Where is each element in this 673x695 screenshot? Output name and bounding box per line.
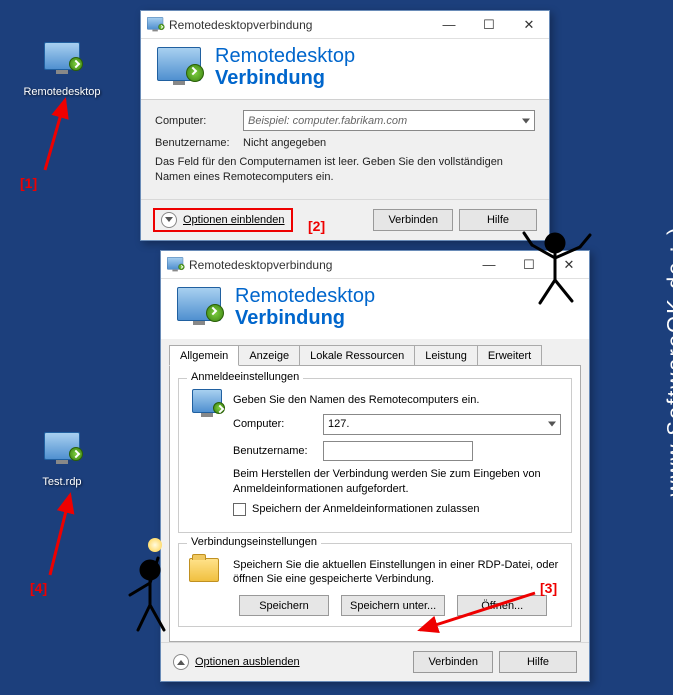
header-title: Remotedesktop Verbindung [215,45,355,89]
rdc-window-compact: Remotedesktopverbindung — ☐ ✕ Remotedesk… [140,10,550,241]
tab-lokale-ressourcen[interactable]: Lokale Ressourcen [299,345,415,365]
titlebar[interactable]: Remotedesktopverbindung — ☐ ✕ [141,11,549,39]
window-title: Remotedesktopverbindung [189,258,469,272]
tab-leistung[interactable]: Leistung [414,345,478,365]
connect-button[interactable]: Verbinden [373,209,453,231]
minimize-button[interactable]: — [429,11,469,39]
footer: Optionen ausblenden Verbinden Hilfe [161,642,589,681]
computer-combo[interactable]: Beispiel: computer.fabrikam.com [243,110,535,131]
help-button[interactable]: Hilfe [499,651,577,673]
rdp-file-icon [42,432,82,472]
annotation-arrow-4 [40,490,100,580]
show-options-label: Optionen einblenden [183,214,285,226]
header-line2: Verbindung [235,307,375,329]
open-button[interactable]: Öffnen... [457,595,547,616]
cred-note: Beim Herstellen der Verbindung werden Si… [233,467,561,497]
header-line1: Remotedesktop [235,285,375,307]
connection-settings-text: Speichern Sie die aktuellen Einstellunge… [233,558,561,588]
folder-icon [189,554,225,617]
computer-value: 127. [328,418,349,430]
header-title: Remotedesktop Verbindung [235,285,375,329]
computer-label: Computer: [233,418,323,430]
annotation-1: [1] [20,175,37,191]
login-prompt: Geben Sie den Namen des Remotecomputers … [233,393,561,408]
connect-button[interactable]: Verbinden [413,651,493,673]
save-creds-label: Speichern der Anmeldeinformationen zulas… [252,503,479,515]
computer-placeholder: Beispiel: computer.fabrikam.com [248,115,407,127]
show-options-toggle[interactable]: Optionen einblenden [153,208,293,232]
header-band: Remotedesktop Verbindung [141,39,549,99]
group-legend: Verbindungseinstellungen [187,536,321,548]
app-icon [147,17,163,33]
tabs: Allgemein Anzeige Lokale Ressourcen Leis… [169,345,581,366]
username-value: Nicht angegeben [243,137,326,149]
annotation-2: [2] [308,218,325,234]
header-line1: Remotedesktop [215,45,355,67]
help-button[interactable]: Hilfe [459,209,537,231]
computer-icon [189,389,225,522]
maximize-button[interactable]: ☐ [509,251,549,279]
desktop-icon-testrdp[interactable]: Test.rdp [22,432,102,488]
minimize-button[interactable]: — [469,251,509,279]
hide-options-label: Optionen ausblenden [195,656,300,668]
desktop-icon-remotedesktop[interactable]: Remotedesktop [22,42,102,98]
footer: Optionen einblenden Verbinden Hilfe [141,199,549,240]
chevron-down-icon [522,118,530,123]
tab-anzeige[interactable]: Anzeige [238,345,300,365]
save-creds-checkbox[interactable] [233,503,246,516]
lightbulb-icon [148,538,162,552]
save-as-button[interactable]: Speichern unter... [341,595,445,616]
expand-icon [161,212,177,228]
save-button[interactable]: Speichern [239,595,329,616]
group-connection-settings: Verbindungseinstellungen Speichern Sie d… [178,543,572,628]
rdc-logo-icon [155,47,203,87]
tab-allgemein[interactable]: Allgemein [169,345,239,366]
group-legend: Anmeldeeinstellungen [187,371,303,383]
watermark: www.SoftwareOK.de :-) [663,225,673,496]
maximize-button[interactable]: ☐ [469,11,509,39]
username-label: Benutzername: [155,137,243,149]
desktop-icon-label: Test.rdp [22,476,102,488]
titlebar[interactable]: Remotedesktopverbindung — ☐ ✕ [161,251,589,279]
tab-erweitert[interactable]: Erweitert [477,345,542,365]
username-input[interactable] [323,441,473,461]
rdp-icon [42,42,82,82]
rdc-logo-icon [175,287,223,327]
header-band: Remotedesktop Verbindung [161,279,589,339]
app-icon [167,257,183,273]
computer-label: Computer: [155,115,243,127]
group-login-settings: Anmeldeeinstellungen Geben Sie den Namen… [178,378,572,533]
annotation-4: [4] [30,580,47,596]
rdc-window-expanded: Remotedesktopverbindung — ☐ ✕ Remotedesk… [160,250,590,682]
close-button[interactable]: ✕ [549,251,589,279]
desktop-icon-label: Remotedesktop [22,86,102,98]
empty-name-note: Das Feld für den Computernamen ist leer.… [155,155,535,185]
username-label: Benutzername: [233,445,323,457]
hide-options-toggle[interactable]: Optionen ausblenden [173,654,300,670]
computer-combo[interactable]: 127. [323,414,561,435]
collapse-icon [173,654,189,670]
annotation-arrow-1 [30,95,90,175]
body-area: Computer: Beispiel: computer.fabrikam.co… [141,100,549,199]
window-title: Remotedesktopverbindung [169,18,429,32]
chevron-down-icon [548,422,556,427]
header-line2: Verbindung [215,67,355,89]
close-button[interactable]: ✕ [509,11,549,39]
annotation-3: [3] [540,580,557,596]
